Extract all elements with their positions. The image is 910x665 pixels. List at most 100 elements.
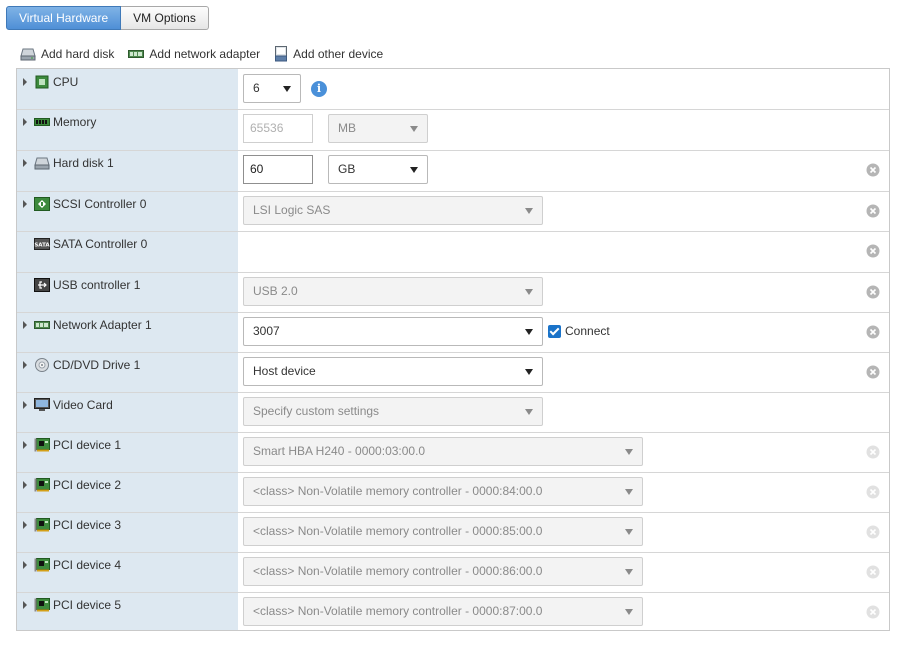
remove-device-icon[interactable] [866, 325, 880, 339]
cd-dvd-icon [34, 358, 50, 372]
expand-arrow[interactable] [23, 401, 27, 409]
expand-arrow[interactable] [23, 321, 27, 329]
device-row-memory: Memory 65536 MB [17, 109, 889, 151]
pci-device-icon [34, 478, 50, 492]
device-row-pci-device: PCI device 2 <class> Non-Volatile memory… [17, 472, 889, 513]
device-label: PCI device 1 [53, 438, 122, 452]
device-label: PCI device 5 [53, 598, 122, 612]
remove-device-icon[interactable] [866, 565, 880, 579]
pci-device-icon [34, 518, 50, 532]
monitor-icon [34, 398, 50, 412]
expand-arrow[interactable] [23, 118, 27, 126]
dropdown-arrow-icon [410, 126, 418, 132]
add-network-adapter-label: Add network adapter [149, 47, 261, 61]
expand-arrow[interactable] [23, 159, 27, 167]
video-card-select[interactable]: Specify custom settings [243, 397, 543, 426]
pci-device-select[interactable]: <class> Non-Volatile memory controller -… [243, 477, 643, 506]
pci-device-select[interactable]: <class> Non-Volatile memory controller -… [243, 597, 643, 626]
expand-arrow[interactable] [23, 441, 27, 449]
expand-arrow[interactable] [23, 78, 27, 86]
expand-arrow[interactable] [23, 521, 27, 529]
dropdown-arrow-icon [625, 569, 633, 575]
device-row-usb-controller: USB controller 1 USB 2.0 [17, 272, 889, 313]
expand-arrow[interactable] [23, 361, 27, 369]
cpu-icon [34, 75, 50, 89]
pci-device-select[interactable]: Smart HBA H240 - 0000:03:00.0 [243, 437, 643, 466]
memory-size-input[interactable]: 65536 [243, 114, 313, 143]
pci-device-icon [34, 598, 50, 612]
remove-device-icon[interactable] [866, 605, 880, 619]
expand-arrow[interactable] [23, 561, 27, 569]
tab-bar: Virtual Hardware VM Options [6, 6, 209, 30]
expand-arrow[interactable] [23, 601, 27, 609]
usb-icon [34, 278, 50, 292]
device-toolbar: Add hard disk Add network adapter Add ot… [20, 44, 397, 64]
remove-device-icon[interactable] [866, 285, 880, 299]
device-row-hard-disk: Hard disk 1 60 GB [17, 150, 889, 192]
device-label: SCSI Controller 0 [53, 197, 147, 211]
dropdown-arrow-icon [625, 609, 633, 615]
usb-type-select[interactable]: USB 2.0 [243, 277, 543, 306]
device-label: USB controller 1 [53, 278, 141, 292]
memory-unit-select[interactable]: MB [328, 114, 428, 143]
checkbox-checked-icon[interactable] [548, 324, 561, 338]
device-row-pci-device: PCI device 5 <class> Non-Volatile memory… [17, 592, 889, 631]
device-label: Memory [53, 115, 97, 129]
cpu-select[interactable]: 6 [243, 74, 301, 103]
dropdown-arrow-icon [283, 86, 291, 92]
dropdown-arrow-icon [525, 289, 533, 295]
dropdown-arrow-icon [625, 449, 633, 455]
svg-text:SATA: SATA [34, 243, 50, 249]
network-adapter-icon [128, 48, 145, 60]
scsi-type-select[interactable]: LSI Logic SAS [243, 196, 543, 225]
device-row-cd-dvd-drive: CD/DVD Drive 1 Host device [17, 352, 889, 393]
device-row-sata-controller: SATA SATA Controller 0 [17, 231, 889, 273]
dropdown-arrow-icon [525, 208, 533, 214]
expand-arrow[interactable] [23, 481, 27, 489]
device-row-pci-device: PCI device 1 Smart HBA H240 - 0000:03:00… [17, 432, 889, 473]
remove-device-icon[interactable] [866, 365, 880, 379]
dropdown-arrow-icon [410, 167, 418, 173]
pci-device-icon [34, 558, 50, 572]
hard-disk-unit-select[interactable]: GB [328, 155, 428, 184]
device-row-pci-device: PCI device 3 <class> Non-Volatile memory… [17, 512, 889, 553]
remove-device-icon[interactable] [866, 163, 880, 177]
info-icon[interactable]: i [311, 81, 327, 97]
device-label: CPU [53, 75, 79, 89]
add-hard-disk-button[interactable]: Add hard disk [20, 47, 114, 61]
device-label: Video Card [53, 398, 113, 412]
hard-disk-icon [20, 47, 36, 61]
device-label: PCI device 3 [53, 518, 122, 532]
other-device-icon [274, 46, 288, 62]
device-row-cpu: CPU 6 i [17, 69, 889, 110]
hard-disk-size-input[interactable]: 60 [243, 155, 313, 184]
network-adapter-icon [34, 318, 50, 332]
network-select[interactable]: 3007 [243, 317, 543, 346]
expand-arrow[interactable] [23, 200, 27, 208]
dropdown-arrow-icon [525, 329, 533, 335]
connect-checkbox[interactable]: Connect [548, 324, 610, 338]
add-network-adapter-button[interactable]: Add network adapter [128, 47, 260, 61]
add-other-device-label: Add other device [293, 47, 384, 61]
add-other-device-button[interactable]: Add other device [274, 46, 383, 62]
device-label: PCI device 4 [53, 558, 122, 572]
device-label: PCI device 2 [53, 478, 122, 492]
pci-device-icon [34, 438, 50, 452]
pci-device-select[interactable]: <class> Non-Volatile memory controller -… [243, 517, 643, 546]
device-row-network-adapter: Network Adapter 1 3007 Connect [17, 312, 889, 353]
scsi-controller-icon [34, 197, 50, 211]
remove-device-icon[interactable] [866, 445, 880, 459]
dropdown-arrow-icon [525, 369, 533, 375]
remove-device-icon[interactable] [866, 244, 880, 258]
tab-vm-options[interactable]: VM Options [121, 6, 209, 30]
remove-device-icon[interactable] [866, 204, 880, 218]
remove-device-icon[interactable] [866, 525, 880, 539]
tab-virtual-hardware[interactable]: Virtual Hardware [6, 6, 122, 30]
device-label: Network Adapter 1 [53, 318, 152, 332]
dropdown-arrow-icon [625, 529, 633, 535]
cd-dvd-select[interactable]: Host device [243, 357, 543, 386]
hard-disk-icon [34, 156, 50, 170]
hardware-grid: CPU 6 i Memory 65536 MB Hard disk 1 60 G… [16, 68, 890, 631]
pci-device-select[interactable]: <class> Non-Volatile memory controller -… [243, 557, 643, 586]
remove-device-icon[interactable] [866, 485, 880, 499]
